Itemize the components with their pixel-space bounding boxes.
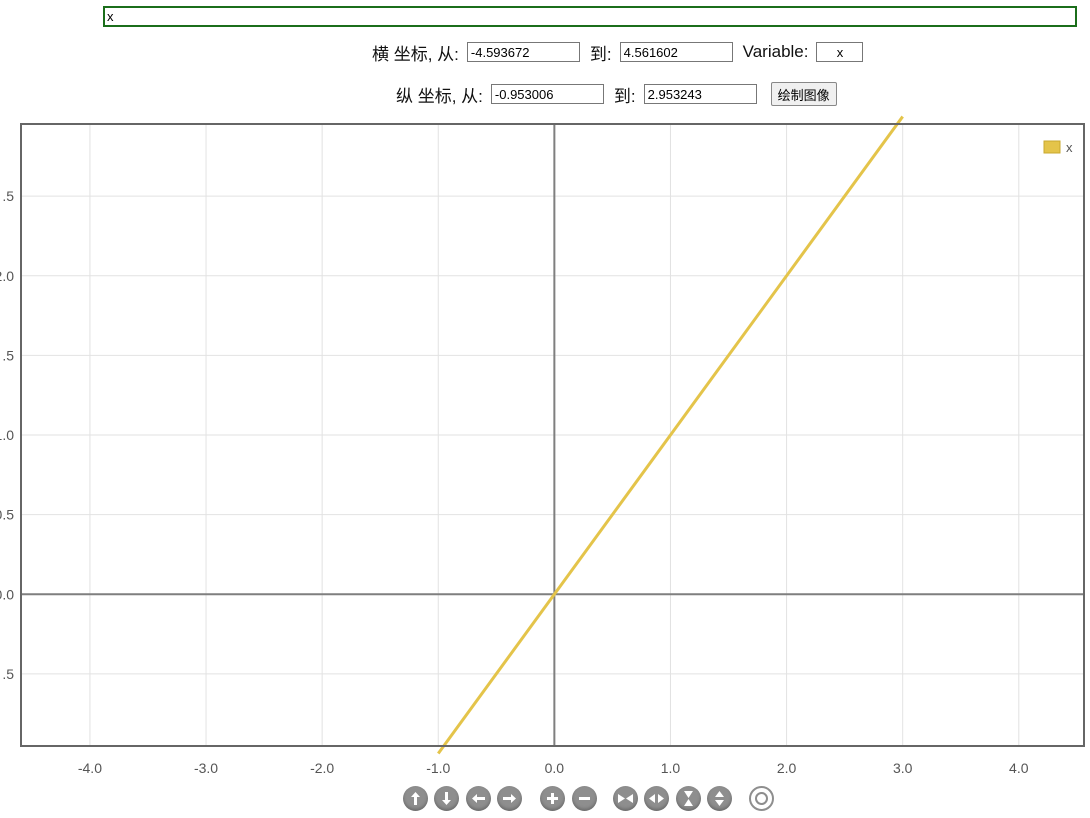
pan-left-icon[interactable] — [466, 786, 491, 811]
plot-area[interactable]: -4.0 -3.0 -2.0 -1.0 0.0 1.0 2.0 3.0 4.0 .5 2.0 .5 1.… — [0, 0, 1090, 818]
pan-down-icon[interactable] — [434, 786, 459, 811]
zoom-y-in-icon[interactable] — [676, 786, 701, 811]
x-tick-label: 1.0 — [661, 760, 681, 776]
y-tick-label: 0.0 — [0, 586, 14, 602]
x-tick-label: 4.0 — [1009, 760, 1029, 776]
zoom-in-icon[interactable] — [540, 786, 565, 811]
x-tick-label: -1.0 — [426, 760, 450, 776]
x-tick-label: -2.0 — [310, 760, 334, 776]
pan-right-icon[interactable] — [497, 786, 522, 811]
zoom-y-out-icon[interactable] — [707, 786, 732, 811]
y-tick-label: 1.0 — [0, 427, 14, 443]
x-tick-label: 2.0 — [777, 760, 797, 776]
legend-label: x — [1066, 140, 1073, 155]
y-tick-label: 2.0 — [0, 268, 14, 284]
y-tick-label: .5 — [2, 347, 14, 363]
zoom-out-icon[interactable] — [572, 786, 597, 811]
pan-up-icon[interactable] — [403, 786, 428, 811]
y-tick-label: 0.5 — [0, 507, 14, 523]
zoom-x-out-icon[interactable] — [644, 786, 669, 811]
legend-swatch — [1043, 140, 1061, 154]
zoom-x-in-icon[interactable] — [613, 786, 638, 811]
reset-icon[interactable] — [749, 786, 774, 811]
y-tick-label: .5 — [2, 188, 14, 204]
x-tick-label: 3.0 — [893, 760, 913, 776]
x-tick-label: -3.0 — [194, 760, 218, 776]
x-tick-label: 0.0 — [545, 760, 565, 776]
x-tick-label: -4.0 — [78, 760, 102, 776]
y-tick-label: .5 — [2, 666, 14, 682]
